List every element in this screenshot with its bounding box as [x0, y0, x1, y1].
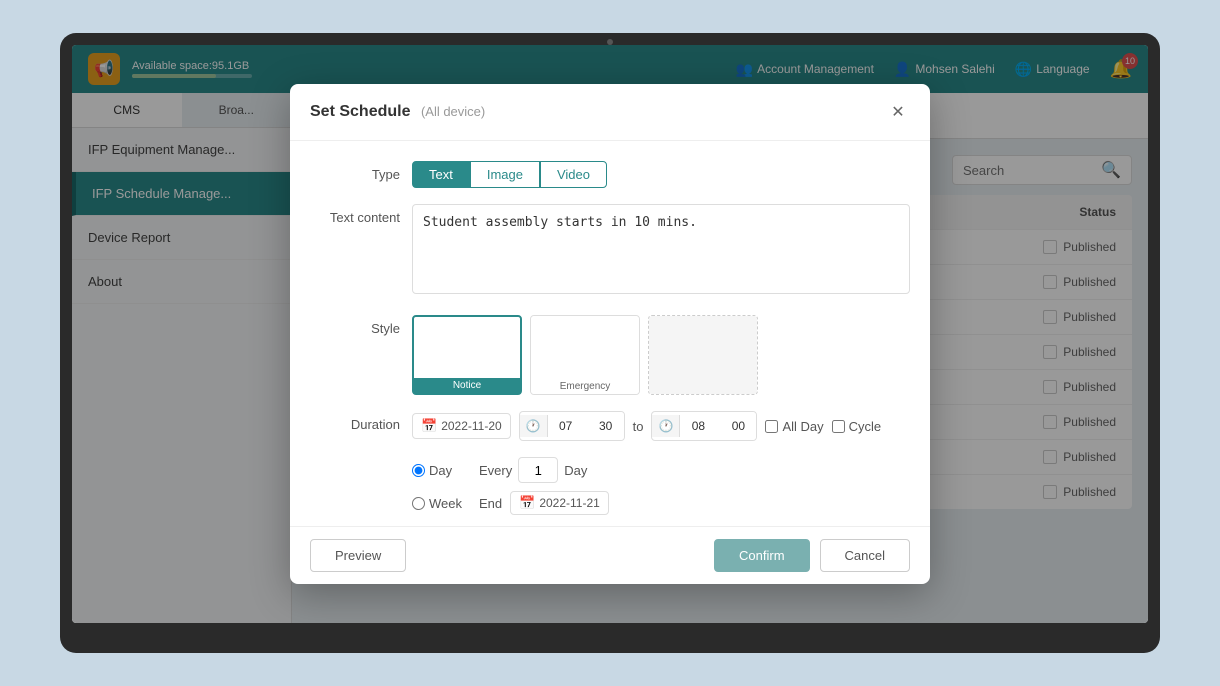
all-day-checkbox[interactable]	[765, 420, 778, 433]
text-content-row: Text content Student assembly starts in …	[310, 204, 910, 299]
style-options: Notice Emergency	[412, 315, 910, 395]
end-time-group: 🕐	[651, 411, 757, 441]
modal-subtitle: (All device)	[421, 104, 485, 119]
end-date-value: 2022-11-21	[539, 496, 600, 510]
week-schedule-row: Week End 📅 2022-11-21	[412, 491, 910, 515]
start-time-group: 🕐	[519, 411, 625, 441]
duration-label: Duration	[310, 411, 400, 432]
day-radio-label[interactable]: Day	[412, 463, 467, 478]
style-notice-preview	[414, 317, 520, 378]
modal-footer: Preview Confirm Cancel	[290, 526, 930, 584]
text-content-input[interactable]: Student assembly starts in 10 mins.	[412, 204, 910, 294]
start-date-value: 2022-11-20	[441, 419, 502, 433]
style-notice-label: Notice	[414, 378, 520, 393]
modal-overlay: Set Schedule (All device) ✕ Type Tex	[72, 45, 1148, 623]
style-custom-label	[649, 390, 757, 394]
style-emergency-label: Emergency	[531, 379, 639, 394]
duration-to: to	[633, 419, 644, 434]
cancel-button[interactable]: Cancel	[820, 539, 910, 572]
schedule-rows: Day Every Day	[310, 457, 910, 523]
schedule-control: Day Every Day	[412, 457, 910, 523]
confirm-button[interactable]: Confirm	[714, 539, 810, 572]
every-number-input[interactable]	[518, 457, 558, 483]
style-custom[interactable]	[648, 315, 758, 395]
calendar-icon: 📅	[421, 418, 437, 434]
modal-title-group: Set Schedule (All device)	[310, 103, 485, 121]
end-group: End 📅 2022-11-21	[479, 491, 609, 515]
style-label: Style	[310, 315, 400, 336]
type-row: Type Text Image Video	[310, 161, 910, 188]
type-label: Type	[310, 161, 400, 182]
modal-body: Type Text Image Video Text c	[290, 141, 930, 526]
end-date-input[interactable]: 📅 2022-11-21	[510, 491, 609, 515]
duration-control: 📅 2022-11-20 🕐 to	[412, 411, 910, 441]
style-emergency[interactable]: Emergency	[530, 315, 640, 395]
every-group: Every Day	[479, 457, 587, 483]
type-image-button[interactable]: Image	[470, 161, 540, 188]
schedule-label	[310, 457, 400, 463]
style-row: Style Notice Emergency	[310, 315, 910, 395]
week-radio[interactable]	[412, 497, 425, 510]
style-emergency-preview	[531, 316, 639, 379]
all-day-label[interactable]: All Day	[765, 419, 823, 434]
modal-header: Set Schedule (All device) ✕	[290, 84, 930, 141]
cycle-label[interactable]: Cycle	[832, 419, 882, 434]
day-schedule-row: Day Every Day	[412, 457, 910, 483]
set-schedule-modal: Set Schedule (All device) ✕ Type Tex	[290, 84, 930, 584]
type-text-button[interactable]: Text	[412, 161, 470, 188]
text-content-control: Student assembly starts in 10 mins.	[412, 204, 910, 299]
cycle-checkbox[interactable]	[832, 420, 845, 433]
clock-icon-end: 🕐	[652, 415, 680, 437]
modal-title: Set Schedule	[310, 103, 410, 120]
style-notice[interactable]: Notice	[412, 315, 522, 395]
footer-right-buttons: Confirm Cancel	[714, 539, 910, 572]
duration-row: Duration 📅 2022-11-20 🕐	[310, 411, 910, 441]
end-min-input[interactable]	[720, 412, 756, 440]
day-radio[interactable]	[412, 464, 425, 477]
clock-icon-start: 🕐	[520, 415, 548, 437]
preview-button[interactable]: Preview	[310, 539, 406, 572]
start-min-input[interactable]	[588, 412, 624, 440]
type-buttons: Text Image Video	[412, 161, 910, 188]
type-video-button[interactable]: Video	[540, 161, 607, 188]
close-button[interactable]: ✕	[886, 100, 910, 124]
start-date-input[interactable]: 📅 2022-11-20	[412, 413, 511, 439]
week-radio-label[interactable]: Week	[412, 496, 467, 511]
start-hour-input[interactable]	[548, 412, 584, 440]
style-custom-preview	[649, 316, 757, 390]
end-calendar-icon: 📅	[519, 495, 535, 511]
end-hour-input[interactable]	[680, 412, 716, 440]
text-content-label: Text content	[310, 204, 400, 225]
